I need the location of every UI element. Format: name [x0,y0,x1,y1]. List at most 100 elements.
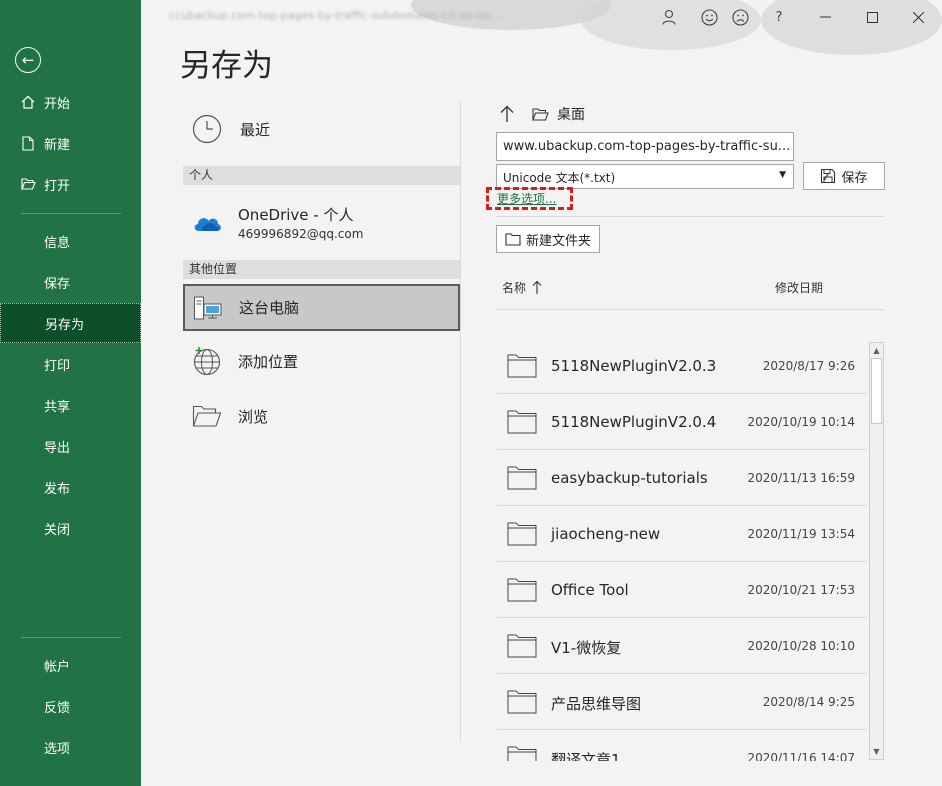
file-type-select[interactable]: Unicode 文本(*.txt) ▼ [496,164,794,189]
file-row[interactable]: 5118NewPluginV2.0.3 2020/8/17 9:26 [497,338,867,394]
file-row[interactable]: 翻译文章1 2020/11/16 14:07 [497,730,867,761]
column-label: 名称 [502,281,527,295]
divider [496,216,885,217]
location-label: 这台电脑 [239,299,300,317]
file-row[interactable]: easybackup-tutorials 2020/11/13 16:59 [497,450,867,506]
location-this-pc[interactable]: 这台电脑 [183,284,460,331]
location-add-place[interactable]: 添加位置 [183,343,460,379]
sidebar-item-options[interactable]: 选项 [0,727,141,767]
column-divider [460,100,461,742]
file-date: 2020/8/17 9:26 [762,359,855,373]
backstage-sidebar: ← 开始 新建 打开 信息 保存 另存为 打印 共享 导出 发布 关闭 帐户 反… [0,0,141,786]
clock-icon [192,114,222,144]
smile-feedback-icon[interactable] [694,2,724,32]
file-row[interactable]: jiaocheng-new 2020/11/19 13:54 [497,506,867,562]
scrollbar-thumb[interactable] [871,358,882,424]
sidebar-item-open[interactable]: 打开 [0,164,141,204]
file-name: 5118NewPluginV2.0.3 [551,357,717,375]
location-onedrive[interactable]: OneDrive - 个人 469996892@qq.com [183,201,460,243]
breadcrumb: 桌面 [500,104,585,124]
scroll-up-icon[interactable]: ▲ [870,343,883,358]
folder-icon [507,746,537,761]
file-date: 2020/10/28 10:10 [747,639,855,653]
sidebar-divider [21,213,121,214]
current-folder[interactable]: 桌面 [557,104,585,124]
sidebar-item-new[interactable]: 新建 [0,123,141,163]
sidebar-item-save[interactable]: 保存 [0,262,141,302]
sidebar-item-info[interactable]: 信息 [0,221,141,261]
sidebar-item-label: 关闭 [44,522,71,538]
sidebar-item-feedback[interactable]: 反馈 [0,686,141,726]
sidebar-item-label: 发布 [44,481,71,497]
file-date: 2020/10/21 17:53 [747,583,855,597]
sidebar-item-label: 反馈 [44,700,71,716]
sidebar-item-close[interactable]: 关闭 [0,508,141,548]
open-folder-icon [20,178,36,190]
column-header-name[interactable]: 名称 [502,279,542,296]
file-name: V1-微恢复 [551,639,622,657]
file-name: 产品思维导图 [551,695,642,713]
new-document-icon [20,135,36,151]
file-name-input[interactable]: www.ubackup.com-top-pages-by-traffic-su.… [496,132,794,161]
location-browse[interactable]: 浏览 [183,398,460,434]
onedrive-cloud-icon [192,212,222,232]
save-button-label: 保存 [841,170,868,186]
file-row[interactable]: 5118NewPluginV2.0.4 2020/10/19 10:14 [497,394,867,450]
column-label: 修改日期 [775,281,824,295]
file-name: Office Tool [551,581,629,599]
sidebar-item-print[interactable]: 打印 [0,344,141,384]
file-row[interactable]: V1-微恢复 2020/10/28 10:10 [497,618,867,674]
sidebar-item-label: 信息 [44,235,71,251]
folder-icon [507,466,537,494]
file-date: 2020/8/14 9:25 [762,695,855,709]
sidebar-item-label: 打开 [44,178,71,194]
file-list-scrollbar[interactable]: ▲ ▼ [869,342,884,760]
location-recent[interactable]: 最近 [183,112,460,146]
folder-icon [507,354,537,382]
file-name: 翻译文章1 [551,751,621,761]
account-icon[interactable] [654,2,684,32]
file-date: 2020/11/16 14:07 [747,751,855,761]
sidebar-item-label: 开始 [44,96,71,112]
help-icon[interactable]: ? [764,2,794,32]
file-row[interactable]: Office Tool 2020/10/21 17:53 [497,562,867,618]
browse-folder-icon [192,405,222,427]
sidebar-item-home[interactable]: 开始 [0,82,141,122]
location-label: 最近 [240,120,271,139]
sidebar-divider [21,637,121,638]
sidebar-item-account[interactable]: 帐户 [0,645,141,685]
file-list: 5118NewPluginV2.0.3 2020/8/17 9:26 5118N… [497,338,867,761]
file-type-value: Unicode 文本(*.txt) [503,171,616,185]
close-icon[interactable] [903,2,933,32]
sidebar-item-share[interactable]: 共享 [0,385,141,425]
new-folder-button[interactable]: 新建文件夹 [496,225,600,253]
globe-add-icon [192,346,222,376]
folder-icon [507,410,537,438]
file-row[interactable]: 产品思维导图 2020/8/14 9:25 [497,674,867,730]
sidebar-item-export[interactable]: 导出 [0,426,141,466]
home-icon [20,95,36,109]
frown-feedback-icon[interactable] [725,2,755,32]
up-arrow-icon[interactable] [500,105,514,123]
dropdown-arrow-icon: ▼ [779,170,786,180]
maximize-icon[interactable] [857,2,887,32]
page-title: 另存为 [180,48,273,84]
sidebar-item-label: 另存为 [45,317,85,333]
sidebar-item-save-as[interactable]: 另存为 [0,303,141,343]
save-disk-icon [820,168,836,184]
more-options-link[interactable]: 更多选项... [497,190,556,207]
file-date: 2020/10/19 10:14 [747,415,855,429]
minimize-icon[interactable] [810,2,840,32]
new-folder-label: 新建文件夹 [525,233,591,249]
save-button[interactable]: 保存 [803,162,885,190]
new-folder-icon [505,232,521,246]
back-arrow-icon[interactable]: ← [15,47,41,73]
onedrive-account-email: 469996892@qq.com [238,226,364,241]
scroll-down-icon[interactable]: ▼ [870,744,883,759]
column-header-date[interactable]: 修改日期 [775,279,823,296]
file-date: 2020/11/13 16:59 [747,471,855,485]
window-title: ccubackup.com-top-pages-by-traffic-subdo… [169,9,504,22]
folder-icon [507,522,537,550]
sort-ascending-icon [532,280,542,295]
sidebar-item-publish[interactable]: 发布 [0,467,141,507]
